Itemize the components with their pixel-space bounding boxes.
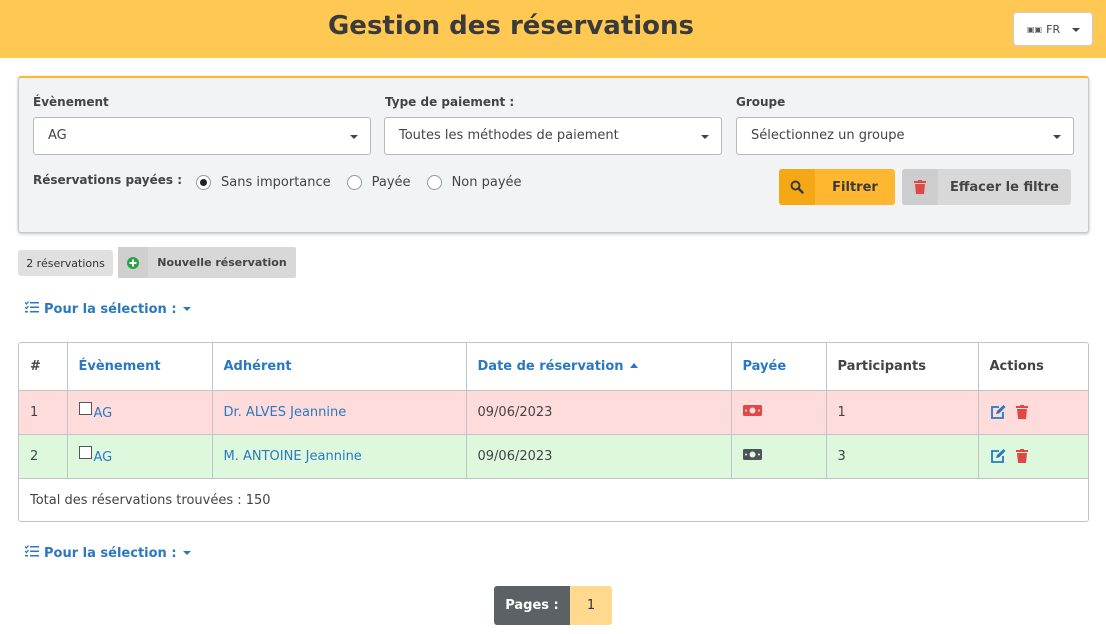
radio-unpaid[interactable] (426, 175, 442, 190)
selection-menu-label: Pour la sélection : (44, 301, 177, 317)
trash-icon[interactable] (1015, 405, 1028, 419)
trash-icon (902, 169, 938, 205)
radio-any[interactable] (196, 175, 211, 190)
new-reservation-label: Nouvelle réservation (157, 256, 287, 269)
radio-unpaid-label[interactable]: Non payée (452, 175, 522, 190)
table-total: Total des réservations trouvées : 150 (30, 492, 271, 508)
row-participants: 3 (826, 434, 979, 479)
filter-panel: Évènement AG Type de paiement : Toutes l… (18, 76, 1089, 233)
group-select-placeholder: Sélectionnez un groupe (751, 128, 905, 143)
chevron-down-icon (350, 135, 358, 139)
col-header-event[interactable]: Évènement (67, 343, 213, 391)
list-check-icon (24, 301, 39, 317)
table-row: 2 AG M. ANTOINE Jeannine 09/06/2023 3 (19, 434, 1088, 479)
pagination: Pages : 1 (494, 586, 612, 625)
col-header-paid[interactable]: Payée (731, 343, 827, 391)
row-event-link[interactable]: AG (94, 406, 113, 421)
chevron-down-icon (182, 307, 191, 311)
table-row: 1 AG Dr. ALVES Jeannine 09/06/2023 1 (19, 390, 1088, 435)
clear-filter-label: Effacer le filtre (950, 179, 1059, 195)
flag-icon: ▣▣ (1027, 24, 1043, 34)
group-label: Groupe (736, 95, 786, 109)
col-header-number: # (19, 343, 68, 391)
chevron-down-icon (1072, 28, 1080, 32)
filter-button[interactable]: Filtrer (779, 169, 895, 205)
sort-asc-icon (629, 362, 638, 368)
row-member-link[interactable]: M. ANTOINE Jeannine (224, 449, 362, 464)
event-filter-label: Évènement (33, 95, 109, 109)
chevron-down-icon (1053, 135, 1061, 139)
page-header: Gestion des réservations ▣▣ FR (0, 0, 1106, 58)
row-event-cell: AG (67, 434, 213, 479)
money-bill-icon (742, 448, 762, 464)
payment-type-value: Toutes les méthodes de paiement (399, 128, 619, 143)
reservations-table: # Évènement Adhérent Date de réservation… (18, 342, 1089, 522)
row-actions (978, 434, 1088, 479)
radio-paid[interactable] (346, 175, 362, 190)
row-paid-cell (731, 390, 827, 435)
col-header-date[interactable]: Date de réservation (466, 343, 732, 391)
row-date: 09/06/2023 (466, 434, 732, 479)
new-reservation-button[interactable]: Nouvelle réservation (118, 247, 296, 278)
edit-icon[interactable] (990, 404, 1006, 420)
row-paid-cell (731, 434, 827, 479)
row-number: 1 (19, 390, 68, 435)
page-link-current[interactable]: 1 (570, 586, 612, 625)
language-selector[interactable]: ▣▣ FR (1013, 12, 1093, 46)
trash-icon[interactable] (1015, 449, 1028, 463)
row-number: 2 (19, 434, 68, 479)
row-event-link[interactable]: AG (94, 450, 113, 465)
money-bill-icon (742, 404, 762, 420)
col-header-participants: Participants (826, 343, 979, 391)
payment-type-select[interactable]: Toutes les méthodes de paiement (384, 117, 722, 155)
list-check-icon (24, 545, 39, 561)
chevron-down-icon (701, 135, 709, 139)
selection-menu-top[interactable]: Pour la sélection : (24, 301, 191, 317)
event-select-value: AG (48, 128, 67, 143)
reservation-count-badge: 2 réservations (18, 250, 113, 276)
pagination-label: Pages : (494, 586, 570, 625)
clear-filter-button[interactable]: Effacer le filtre (902, 169, 1071, 205)
row-member-cell: Dr. ALVES Jeannine (212, 390, 467, 435)
filter-button-label: Filtrer (832, 179, 878, 195)
plus-circle-icon (118, 247, 148, 278)
row-actions (978, 390, 1088, 435)
chevron-down-icon (182, 551, 191, 555)
search-icon (779, 169, 815, 205)
event-select[interactable]: AG (33, 117, 371, 155)
row-member-link[interactable]: Dr. ALVES Jeannine (224, 405, 347, 420)
table-header-row: # Évènement Adhérent Date de réservation… (19, 343, 1088, 391)
row-date: 09/06/2023 (466, 390, 732, 435)
radio-paid-label[interactable]: Payée (372, 175, 411, 190)
col-header-actions: Actions (978, 343, 1088, 391)
payment-type-label: Type de paiement : (385, 95, 515, 109)
row-checkbox[interactable] (78, 401, 92, 415)
language-label: FR (1046, 22, 1061, 36)
paid-filter-label: Réservations payées : (33, 172, 182, 187)
page-title: Gestion des réservations (327, 11, 695, 41)
row-member-cell: M. ANTOINE Jeannine (212, 434, 467, 479)
row-checkbox[interactable] (78, 445, 92, 459)
row-participants: 1 (826, 390, 979, 435)
col-header-member[interactable]: Adhérent (212, 343, 467, 391)
edit-icon[interactable] (990, 448, 1006, 464)
radio-any-label[interactable]: Sans importance (221, 175, 331, 190)
group-select[interactable]: Sélectionnez un groupe (736, 117, 1074, 155)
row-event-cell: AG (67, 390, 213, 435)
paid-filter-group: Réservations payées : Sans importance Pa… (33, 172, 538, 190)
selection-menu-bottom[interactable]: Pour la sélection : (24, 545, 191, 561)
col-header-date-label: Date de réservation (477, 358, 624, 374)
selection-menu-label: Pour la sélection : (44, 545, 177, 561)
